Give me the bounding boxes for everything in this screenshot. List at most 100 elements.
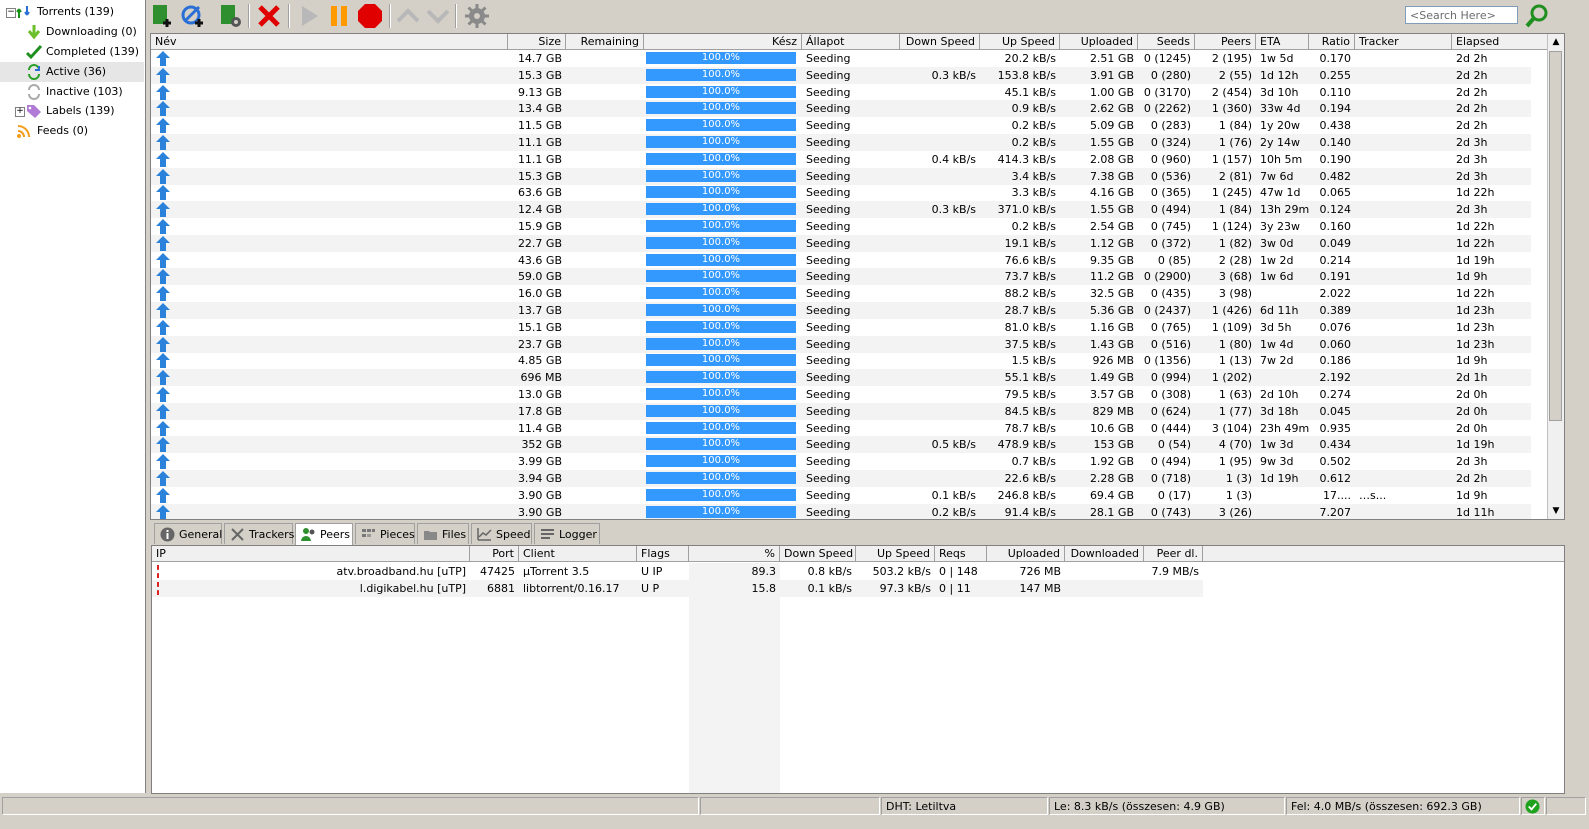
- column-header[interactable]: Név: [151, 34, 508, 49]
- search-input[interactable]: <Search Here>: [1405, 6, 1518, 24]
- info-icon: [160, 527, 175, 542]
- peer-column-header[interactable]: Peer dl.: [1144, 546, 1203, 561]
- network-ok-pane[interactable]: [1521, 797, 1545, 815]
- torrent-row[interactable]: 11.5 GB 100.0% Seeding 0.2 kB/s 5.09 GB 0 (28…: [151, 117, 1531, 134]
- column-header[interactable]: Elapsed: [1452, 34, 1548, 49]
- torrent-row[interactable]: 23.7 GB 100.0% Seeding 37.5 kB/s 1.43 GB 0 (5…: [151, 335, 1531, 353]
- peer-column-header[interactable]: Downloaded: [1065, 546, 1144, 561]
- peer-column-header[interactable]: Uploaded: [987, 546, 1065, 561]
- dht-status[interactable]: DHT: Letiltva: [881, 797, 1048, 815]
- peer-column-header[interactable]: Up Speed: [856, 546, 935, 561]
- torrent-row[interactable]: 13.7 GB 100.0% Seeding 28.7 kB/s 5.36 GB 0 (2…: [151, 302, 1531, 319]
- torrent-row[interactable]: 9.13 GB 100.0% Seeding 45.1 kB/s 1.00 GB 0 (3…: [151, 84, 1531, 101]
- column-header[interactable]: Seeds: [1138, 34, 1195, 49]
- cell-ratio: 0.049: [1319, 236, 1352, 250]
- torrent-row[interactable]: 11.4 GB 100.0% Seeding 78.7 kB/s 10.6 GB 0 (4…: [151, 420, 1531, 437]
- preferences-gear-icon[interactable]: [464, 3, 490, 29]
- torrent-row[interactable]: 17.8 GB 100.0% Seeding 84.5 kB/s 829 MB 0 (62…: [151, 402, 1531, 420]
- scroll-up-button[interactable]: ▲: [1548, 34, 1564, 50]
- column-header[interactable]: Tracker: [1355, 34, 1452, 49]
- create-torrent-icon[interactable]: [218, 3, 244, 29]
- column-header[interactable]: Remaining: [566, 34, 644, 49]
- torrent-row[interactable]: 59.0 GB 100.0% Seeding 73.7 kB/s 11.2 GB 0 (2…: [151, 268, 1531, 286]
- torrent-row[interactable]: 15.9 GB 100.0% Seeding 0.2 kB/s 2.54 GB 0 (74…: [151, 218, 1531, 235]
- peer-column-header[interactable]: Client: [519, 546, 637, 561]
- peer-row[interactable]: atv.broadband.hu [uTP] 47425 µTorrent 3.5 U…: [152, 563, 1203, 580]
- pause-icon[interactable]: [326, 3, 352, 29]
- tab-speed[interactable]: Speed: [471, 523, 532, 544]
- sidebar-item-labels[interactable]: Labels (139): [26, 101, 144, 121]
- torrent-row[interactable]: 3.90 GB 100.0% Seeding 0.1 kB/s 246.8 kB/s 69…: [151, 487, 1531, 504]
- vertical-scrollbar[interactable]: ▲ ▼: [1547, 34, 1564, 519]
- torrent-row[interactable]: 11.1 GB 100.0% Seeding 0.2 kB/s 1.55 GB 0 (32…: [151, 134, 1531, 151]
- torrent-row[interactable]: 13.0 GB 100.0% Seeding 79.5 kB/s 3.57 GB 0 (3…: [151, 386, 1531, 403]
- tab-logger[interactable]: Logger: [534, 523, 600, 544]
- torrent-row[interactable]: 22.7 GB 100.0% Seeding 19.1 kB/s 1.12 GB 0 (3…: [151, 234, 1531, 252]
- sidebar-item-downloading[interactable]: Downloading (0): [26, 22, 144, 42]
- torrent-row[interactable]: 696 MB 100.0% Seeding 55.1 kB/s 1.49 GB 0 (99…: [151, 369, 1531, 387]
- peer-column-header[interactable]: Down Speed: [780, 546, 856, 561]
- peer-column-header[interactable]: IP: [152, 546, 470, 561]
- peer-column-header[interactable]: Reqs: [935, 546, 987, 561]
- column-header[interactable]: Size: [508, 34, 566, 49]
- sidebar-item-completed[interactable]: Completed (139): [26, 42, 144, 62]
- peer-row[interactable]: l.digikabel.hu [uTP] 6881 libtorrent/0.16.…: [152, 580, 1203, 597]
- peer-column-header[interactable]: Flags: [637, 546, 689, 561]
- column-header[interactable]: Kész: [644, 34, 802, 49]
- tab-peers[interactable]: Peers: [295, 523, 353, 545]
- column-header[interactable]: ETA: [1256, 34, 1309, 49]
- torrent-row[interactable]: 15.3 GB 100.0% Seeding 0.3 kB/s 153.8 kB/s 3.…: [151, 66, 1531, 84]
- start-icon[interactable]: [296, 3, 322, 29]
- torrent-row[interactable]: 3.99 GB 100.0% Seeding 0.7 kB/s 1.92 GB 0 (49…: [151, 453, 1531, 470]
- tab-trackers[interactable]: Trackers: [224, 523, 294, 544]
- move-down-icon[interactable]: [425, 3, 451, 29]
- upload-status[interactable]: Fel: 4.0 MB/s (összesen: 692.3 GB): [1286, 797, 1520, 815]
- tab-general[interactable]: General: [154, 523, 222, 544]
- torrent-row[interactable]: 352 GB 100.0% Seeding 0.5 kB/s 478.9 kB/s 153…: [151, 436, 1531, 454]
- scroll-down-button[interactable]: ▼: [1548, 503, 1564, 519]
- sidebar-item-inactive[interactable]: Inactive (103): [26, 82, 144, 102]
- torrent-row[interactable]: 4.85 GB 100.0% Seeding 1.5 kB/s 926 MB 0 (135…: [151, 352, 1531, 369]
- torrent-row[interactable]: 43.6 GB 100.0% Seeding 76.6 kB/s 9.35 GB 0 (8…: [151, 252, 1531, 269]
- peer-column-header[interactable]: Port: [470, 546, 519, 561]
- cell-down: [900, 319, 980, 336]
- tab-pieces[interactable]: Pieces: [355, 523, 415, 544]
- column-header[interactable]: Down Speed: [900, 34, 980, 49]
- torrent-row[interactable]: 63.6 GB 100.0% Seeding 3.3 kB/s 4.16 GB 0 (36…: [151, 184, 1531, 201]
- add-url-icon[interactable]: [180, 3, 206, 29]
- torrent-row[interactable]: 15.1 GB 100.0% Seeding 81.0 kB/s 1.16 GB 0 (7…: [151, 319, 1531, 336]
- sidebar-item-active[interactable]: Active (36): [0, 62, 144, 82]
- scroll-thumb[interactable]: [1549, 51, 1562, 421]
- progress-bar: 100.0%: [646, 68, 796, 81]
- remove-icon[interactable]: [256, 3, 282, 29]
- column-header[interactable]: Állapot: [802, 34, 900, 49]
- add-torrent-icon[interactable]: [150, 3, 176, 29]
- torrent-row[interactable]: 12.4 GB 100.0% Seeding 0.3 kB/s 371.0 kB/s 1.…: [151, 201, 1531, 219]
- cell-seeds: 0 (718): [1150, 472, 1191, 485]
- column-header[interactable]: Up Speed: [980, 34, 1060, 49]
- column-header[interactable]: Uploaded: [1060, 34, 1138, 49]
- cell-tracker: [1355, 168, 1452, 185]
- collapse-toggle-torrents[interactable]: −: [6, 8, 16, 18]
- stop-icon[interactable]: [357, 3, 383, 29]
- cell-eta: 23h 49m: [1260, 421, 1309, 435]
- torrent-row[interactable]: 16.0 GB 100.0% Seeding 88.2 kB/s 32.5 GB 0 (4…: [151, 285, 1531, 302]
- sidebar-item-torrents[interactable]: Torrents (139): [16, 2, 144, 22]
- download-status[interactable]: Le: 8.3 kB/s (összesen: 4.9 GB): [1049, 797, 1285, 815]
- column-header[interactable]: Ratio: [1309, 34, 1355, 49]
- torrent-row[interactable]: 15.3 GB 100.0% Seeding 3.4 kB/s 7.38 GB 0 (53…: [151, 167, 1531, 185]
- torrent-row[interactable]: 3.90 GB 100.0% Seeding 0.2 kB/s 91.4 kB/s 28.…: [151, 503, 1531, 519]
- torrent-row[interactable]: 14.7 GB 100.0% Seeding 20.2 kB/s 2.51 GB 0 (1…: [151, 50, 1531, 67]
- peer-column-header[interactable]: %: [689, 546, 780, 561]
- torrent-row[interactable]: 11.1 GB 100.0% Seeding 0.4 kB/s 414.3 kB/s 2.…: [151, 151, 1531, 168]
- cell-uploaded: 2.54 GB: [1089, 220, 1134, 233]
- column-header[interactable]: Peers: [1195, 34, 1256, 49]
- seeding-arrow-icon: [156, 252, 170, 268]
- expand-toggle-labels[interactable]: +: [15, 107, 25, 117]
- torrent-row[interactable]: 3.94 GB 100.0% Seeding 22.6 kB/s 2.28 GB 0 (7…: [151, 470, 1531, 487]
- search-icon[interactable]: [1524, 3, 1550, 29]
- tab-files[interactable]: Files: [417, 523, 469, 544]
- sidebar-item-feeds[interactable]: Feeds (0): [16, 121, 144, 141]
- move-up-icon[interactable]: [395, 3, 421, 29]
- torrent-row[interactable]: 13.4 GB 100.0% Seeding 0.9 kB/s 2.62 GB 0 (22…: [151, 100, 1531, 118]
